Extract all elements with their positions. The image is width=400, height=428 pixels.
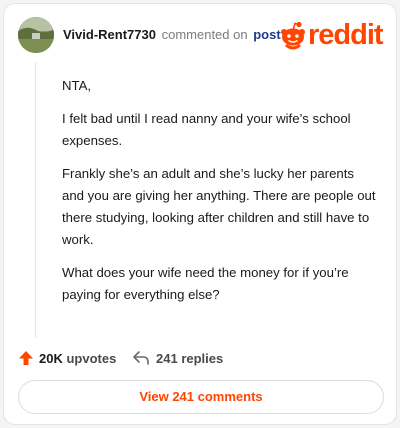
avatar-image-icon — [18, 17, 54, 53]
upvote-button[interactable]: 20K upvotes — [18, 347, 116, 369]
reddit-logo[interactable]: reddit — [280, 18, 384, 52]
avatar[interactable] — [18, 17, 54, 53]
view-comments-button[interactable]: View 241 comments — [18, 380, 384, 414]
reddit-wordmark: reddit — [308, 19, 384, 51]
comment-paragraph: Frankly she’s an adult and she’s lucky h… — [62, 166, 376, 247]
comment-paragraph: What does your wife need the money for i… — [62, 265, 349, 302]
comment-header: Vivid-Rent7730 commented on post reddit — [18, 17, 384, 53]
replies-button[interactable]: 241 replies — [132, 347, 223, 369]
post-link[interactable]: post — [253, 27, 280, 42]
reply-arrow-icon — [133, 351, 149, 365]
upvote-label: upvotes — [66, 350, 117, 366]
thread-line[interactable] — [35, 62, 36, 338]
upvote-arrow-icon — [19, 351, 33, 365]
comment-body: NTA, I felt bad until I read nanny and y… — [62, 75, 376, 317]
comment-paragraph: NTA, — [62, 78, 92, 93]
action-text: commented on — [161, 27, 248, 42]
comment-paragraph: I felt bad until I read nanny and your w… — [62, 111, 351, 148]
comment-card: Vivid-Rent7730 commented on post reddit … — [3, 3, 397, 425]
replies-count: 241 — [156, 350, 178, 366]
replies-label: replies — [181, 350, 224, 366]
comment-actions: 20K upvotes 241 replies — [18, 347, 384, 369]
reddit-snoo-icon — [281, 21, 305, 50]
username[interactable]: Vivid-Rent7730 — [63, 27, 156, 42]
upvote-count: 20K — [39, 350, 63, 366]
comment-meta: Vivid-Rent7730 commented on post — [63, 26, 281, 44]
